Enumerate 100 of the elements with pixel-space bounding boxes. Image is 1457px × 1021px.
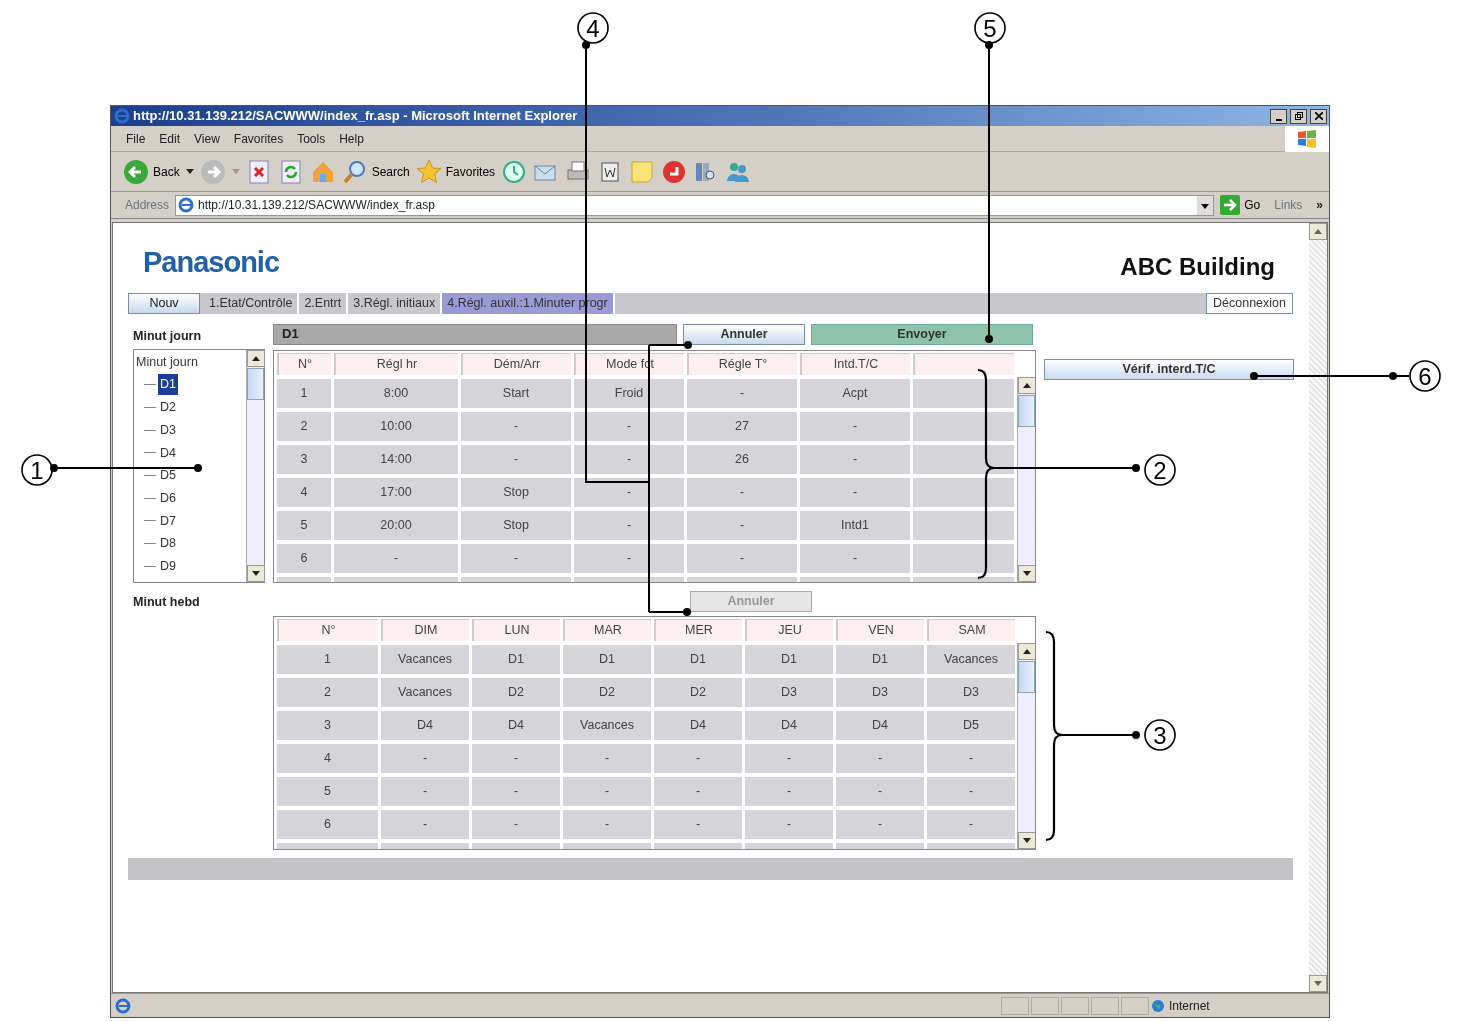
links-label: Links bbox=[1274, 197, 1303, 214]
tree-item[interactable]: D3 bbox=[158, 419, 178, 441]
tree-item[interactable]: D2 bbox=[158, 397, 178, 418]
tree-item[interactable]: D9 bbox=[158, 555, 178, 577]
column-header: Intd.T/C bbox=[800, 352, 910, 375]
send-button[interactable]: Envoyer bbox=[811, 323, 1033, 345]
browser-icon bbox=[114, 108, 130, 124]
note-icon[interactable] bbox=[629, 158, 656, 185]
scrollbar[interactable] bbox=[1017, 642, 1035, 849]
table-cell: Stop bbox=[461, 477, 571, 507]
up-arrow-icon bbox=[1023, 382, 1031, 388]
column-header: JEU bbox=[745, 618, 833, 641]
table-cell: 14:00 bbox=[334, 444, 458, 474]
table-cell: D3 bbox=[836, 677, 924, 707]
column-header: N° bbox=[277, 618, 378, 641]
table-cell: - bbox=[687, 477, 797, 507]
table-cell: - bbox=[574, 477, 684, 507]
up-arrow-icon bbox=[252, 355, 260, 361]
logout-button[interactable]: Déconnexion bbox=[1206, 292, 1293, 314]
table-cell: - bbox=[574, 411, 684, 441]
tree-item[interactable]: D7 bbox=[158, 510, 178, 532]
panel-header: D1 bbox=[273, 323, 677, 345]
back-button[interactable]: Back bbox=[123, 158, 180, 185]
tree-item[interactable]: D6 bbox=[158, 487, 178, 509]
table-cell: Intd1 bbox=[800, 510, 910, 540]
menu-item[interactable]: Favorites bbox=[228, 129, 289, 148]
table-cell: D1 bbox=[654, 644, 742, 674]
status-pane bbox=[1091, 996, 1119, 1015]
table-cell: - bbox=[800, 411, 910, 441]
tree-item[interactable]: D5 bbox=[158, 465, 178, 486]
go-arrow-icon bbox=[1220, 195, 1241, 215]
search-button[interactable]: Search bbox=[341, 158, 410, 185]
table-cell: 3 bbox=[277, 710, 378, 740]
tree-item[interactable]: D8 bbox=[158, 533, 178, 555]
table-cell: 8:00 bbox=[334, 378, 458, 408]
cancel-button[interactable]: Annuler bbox=[683, 323, 805, 345]
menu-item[interactable]: Tools bbox=[292, 129, 331, 148]
table-cell: - bbox=[836, 776, 924, 806]
address-field[interactable]: http://10.31.139.212/SACWWW/index_fr.asp bbox=[175, 194, 1215, 216]
callout-number: 1 bbox=[21, 454, 53, 486]
table-cell: D1 bbox=[472, 644, 560, 674]
table-cell: - bbox=[927, 776, 1015, 806]
column-header: MAR bbox=[563, 618, 651, 641]
table-cell: - bbox=[836, 809, 924, 839]
scrollbar[interactable] bbox=[1017, 376, 1035, 582]
scrollbar[interactable] bbox=[1309, 223, 1327, 992]
verify-button[interactable]: Vérif. interd.T/C bbox=[1044, 358, 1294, 380]
go-button[interactable]: Go bbox=[1220, 195, 1261, 215]
windows-logo-icon bbox=[1296, 128, 1318, 149]
down-arrow-icon bbox=[1023, 837, 1031, 843]
status-pane bbox=[1001, 996, 1029, 1015]
menu-item[interactable]: Help bbox=[334, 129, 369, 148]
scroll-thumb[interactable] bbox=[1018, 660, 1035, 693]
table-cell: Froid bbox=[574, 378, 684, 408]
tree-item[interactable]: D4 bbox=[158, 442, 178, 464]
table-cell: D1 bbox=[836, 644, 924, 674]
scrollbar[interactable] bbox=[246, 349, 264, 582]
globe-icon bbox=[1151, 998, 1165, 1013]
new-button[interactable]: Nouv bbox=[128, 292, 200, 314]
search-icon bbox=[341, 158, 368, 185]
table-cell: 17:00 bbox=[334, 477, 458, 507]
history-icon[interactable] bbox=[501, 158, 528, 185]
table-cell: - bbox=[687, 378, 797, 408]
menu-item[interactable]: View bbox=[189, 129, 225, 148]
table-cell: - bbox=[472, 743, 560, 773]
table-cell: 4 bbox=[277, 477, 331, 507]
restore-icon bbox=[1294, 112, 1303, 120]
status-pane bbox=[1031, 996, 1059, 1015]
menu-item[interactable]: Edit bbox=[154, 129, 186, 148]
more-links-button[interactable]: » bbox=[1316, 196, 1323, 214]
menu-item[interactable]: File bbox=[121, 129, 151, 148]
down-arrow-icon bbox=[1314, 981, 1322, 987]
table-cell: D2 bbox=[472, 677, 560, 707]
table-cell: - bbox=[461, 543, 571, 573]
table-cell: - bbox=[574, 444, 684, 474]
tree-item[interactable]: D1 bbox=[158, 374, 178, 396]
dropdown-caret-icon[interactable] bbox=[185, 168, 194, 175]
column-header: LUN bbox=[472, 618, 560, 641]
table-cell: D1 bbox=[563, 644, 651, 674]
restore-button[interactable] bbox=[1290, 108, 1307, 124]
down-arrow-icon bbox=[1023, 570, 1031, 576]
favorites-button[interactable]: Favorites bbox=[415, 158, 496, 185]
tree-item[interactable]: Minut journ bbox=[134, 351, 246, 374]
table-cell: - bbox=[800, 543, 910, 573]
minimize-button[interactable] bbox=[1270, 108, 1287, 124]
scroll-thumb[interactable] bbox=[247, 367, 264, 400]
close-button[interactable] bbox=[1310, 108, 1327, 124]
table-cell: Vacances bbox=[381, 644, 469, 674]
table-cell: D4 bbox=[472, 710, 560, 740]
column-header: Dém/Arr bbox=[461, 352, 571, 375]
window-title: http://10.31.139.212/SACWWW/index_fr.asp - Microsoft Internet Explorer bbox=[133, 107, 579, 126]
table-cell: 1 bbox=[277, 378, 331, 408]
scroll-thumb[interactable] bbox=[1018, 394, 1035, 427]
table-cell: - bbox=[745, 776, 833, 806]
table-cell: - bbox=[800, 477, 910, 507]
table-cell: 10:00 bbox=[334, 411, 458, 441]
table-cell: 1 bbox=[277, 644, 378, 674]
column-header: Régl hr bbox=[334, 352, 458, 375]
table-cell: - bbox=[574, 510, 684, 540]
table-cell: - bbox=[687, 543, 797, 573]
